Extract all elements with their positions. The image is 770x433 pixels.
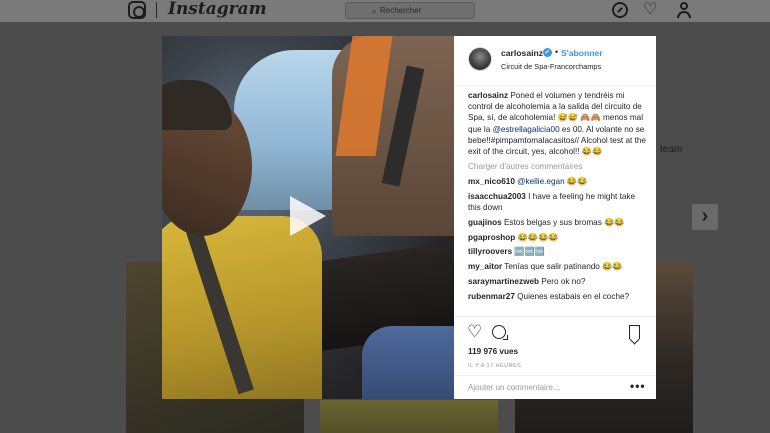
next-post-arrow[interactable]: ›: [692, 204, 718, 230]
list-item: mx_nico610 @kellie.egan 😂😂: [468, 176, 650, 187]
logo-divider: [156, 2, 157, 18]
list-item: guajinos Estos belgas y sus bromas 😂😂: [468, 217, 650, 228]
caption-mention[interactable]: @estrellagalicia00: [493, 125, 560, 134]
person-head: [680, 2, 688, 10]
play-icon[interactable]: [290, 196, 326, 236]
post-header: carlosainz ✔ • S'abonner Circuit de Spa-…: [454, 36, 656, 86]
comment-text: Quienes estabais en el coche?: [514, 291, 630, 301]
load-more-comments-button[interactable]: Charger d'autres commentaires: [468, 161, 650, 172]
bookmark-icon[interactable]: [629, 325, 640, 339]
heart-icon[interactable]: ♡: [643, 2, 659, 18]
comment-username[interactable]: rubenmar27: [468, 292, 515, 301]
post-username[interactable]: carlosainz: [501, 48, 543, 58]
person-body: [677, 11, 691, 18]
comment-username[interactable]: guajinos: [468, 218, 502, 227]
list-item: my_aitor Tenías que salir patinando 😂😂: [468, 261, 650, 272]
search-placeholder: Rechercher: [380, 6, 422, 15]
instagram-logo-icon[interactable]: [128, 1, 146, 19]
comment-username[interactable]: pgaproshop: [468, 233, 515, 242]
person-icon[interactable]: [676, 2, 692, 18]
verified-badge-icon: ✔: [543, 48, 552, 57]
comment-username[interactable]: isaacchua2003: [468, 192, 526, 201]
list-item: saraymartinezweb Pero ok no?: [468, 276, 650, 287]
background-post-tile[interactable]: [320, 400, 498, 433]
post-location[interactable]: Circuit de Spa-Francorchamps: [501, 62, 601, 71]
comment-username[interactable]: tillyroovers: [468, 247, 512, 256]
comment-text: 🆒🆒🆒: [512, 247, 545, 257]
compass-icon[interactable]: [612, 2, 628, 18]
comment-bubble-icon[interactable]: [492, 325, 508, 340]
comment-text: Estos belgas y sus bromas 😂😂: [501, 218, 625, 228]
post-timestamp: Il y a 17 heures: [468, 363, 522, 369]
comment-text: Tenías que salir patinando 😂😂: [502, 262, 623, 272]
view-count[interactable]: 119 976 vues: [468, 347, 518, 356]
post-actions: ♡ 119 976 vues Il y a 17 heures •••: [454, 316, 656, 399]
driver-cap-image: [162, 80, 232, 130]
comment-text: Pero ok no?: [539, 276, 586, 286]
search-icon: ⌕: [372, 7, 377, 16]
comment-username[interactable]: saraymartinezweb: [468, 277, 539, 286]
comment-username[interactable]: my_aitor: [468, 262, 502, 271]
caption: carlosainz Poned el volumen y tendréis m…: [468, 90, 650, 157]
follow-button[interactable]: S'abonner: [561, 48, 603, 58]
caption-username[interactable]: carlosainz: [468, 91, 508, 100]
comment-text: 😂😂😂😂: [515, 232, 559, 242]
list-item: pgaproshop 😂😂😂😂: [468, 232, 650, 243]
more-options-icon[interactable]: •••: [630, 379, 646, 393]
avatar[interactable]: [468, 47, 492, 71]
driver-jeans-image: [362, 326, 454, 399]
search-input[interactable]: ⌕ Rechercher: [345, 2, 475, 19]
comment-text: 😂😂: [564, 177, 588, 187]
comment-username[interactable]: mx_nico610: [468, 177, 515, 186]
like-heart-icon[interactable]: ♡: [467, 323, 482, 340]
comments-list[interactable]: carlosainz Poned el volumen y tendréis m…: [468, 90, 650, 316]
list-item: tillyroovers 🆒🆒🆒: [468, 246, 650, 257]
add-comment-bar: •••: [454, 375, 656, 400]
list-item: isaacchua2003 I have a feeling he might …: [468, 191, 650, 213]
background-partial-text: team: [660, 144, 683, 155]
instagram-wordmark[interactable]: Instagram: [168, 0, 267, 19]
comment-mention[interactable]: @kellie.egan: [517, 177, 564, 186]
add-comment-input[interactable]: [468, 383, 618, 392]
post-detail-panel: carlosainz ✔ • S'abonner Circuit de Spa-…: [454, 36, 656, 399]
list-item: rubenmar27 Quienes estabais en el coche?: [468, 291, 650, 302]
post-video[interactable]: [162, 36, 454, 399]
top-navbar: Instagram ⌕ Rechercher ♡: [0, 0, 770, 22]
separator-dot: •: [555, 47, 559, 57]
